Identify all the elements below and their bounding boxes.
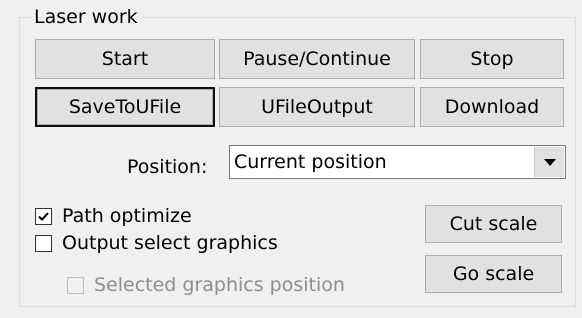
position-label: Position:: [127, 156, 208, 178]
stop-button[interactable]: Stop: [420, 39, 564, 79]
go-scale-button[interactable]: Go scale: [425, 255, 562, 293]
laser-work-panel: Laser work Start Pause/Continue Stop Sav…: [0, 0, 582, 318]
output-select-graphics-option[interactable]: Output select graphics: [35, 232, 278, 254]
selected-graphics-position-checkbox: [67, 276, 84, 294]
path-optimize-label: Path optimize: [62, 205, 192, 227]
position-select-value: Current position: [234, 151, 387, 173]
start-button[interactable]: Start: [35, 39, 215, 79]
selected-graphics-position-option: Selected graphics position: [67, 274, 345, 296]
output-select-graphics-label: Output select graphics: [62, 232, 278, 254]
path-optimize-checkbox[interactable]: [35, 207, 52, 225]
ufile-output-button[interactable]: UFileOutput: [219, 87, 415, 127]
path-optimize-option[interactable]: Path optimize: [35, 205, 192, 227]
output-select-graphics-checkbox[interactable]: [35, 234, 52, 252]
groupbox-title: Laser work: [32, 6, 142, 28]
position-select[interactable]: Current position: [229, 145, 566, 179]
pause-continue-button[interactable]: Pause/Continue: [219, 39, 415, 79]
download-button[interactable]: Download: [420, 87, 564, 127]
position-dropdown-button[interactable]: [534, 147, 564, 177]
chevron-down-icon: [543, 158, 556, 166]
selected-graphics-position-label: Selected graphics position: [94, 274, 345, 296]
check-mark-icon: [38, 211, 49, 221]
save-to-ufile-button[interactable]: SaveToUFile: [35, 87, 215, 127]
cut-scale-button[interactable]: Cut scale: [425, 205, 562, 243]
